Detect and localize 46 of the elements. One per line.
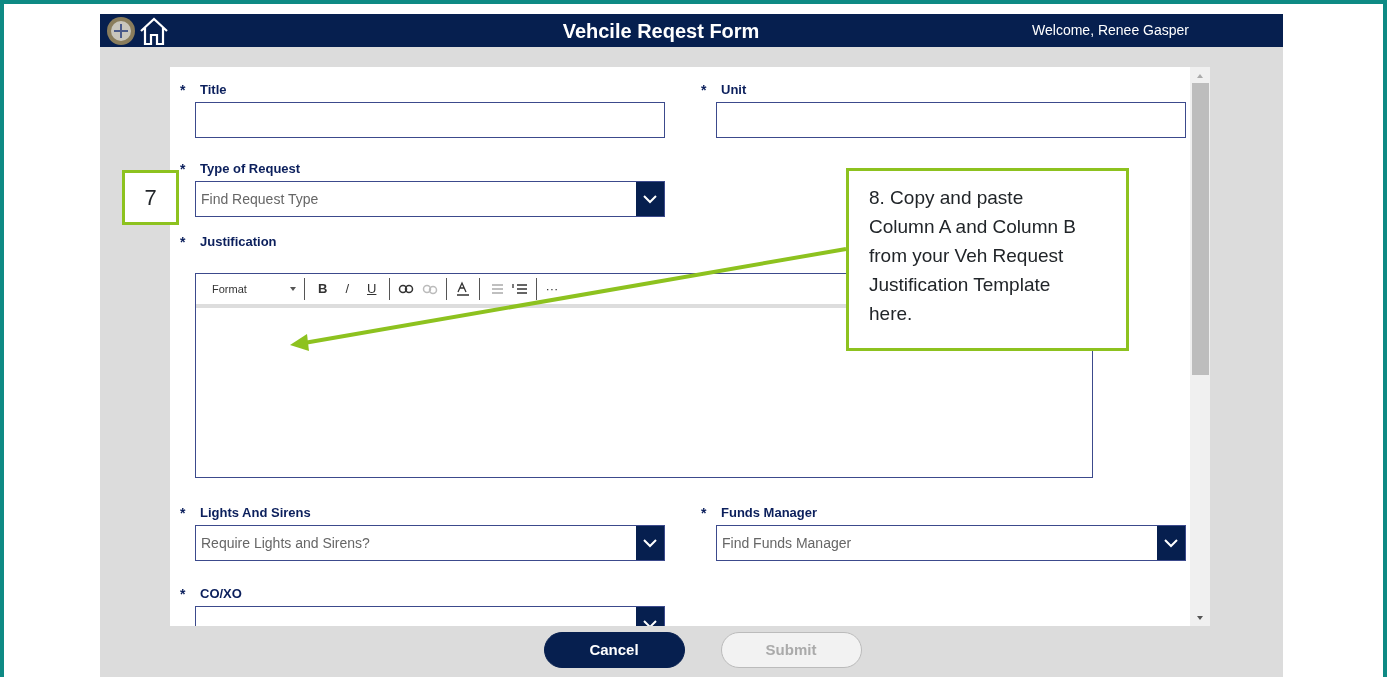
placeholder-text: Find Request Type xyxy=(200,189,320,209)
field-label: Funds Manager xyxy=(721,504,818,523)
required-mark: * xyxy=(180,503,187,523)
dropdown-button[interactable] xyxy=(636,526,664,560)
caret-icon xyxy=(290,287,296,291)
chevron-down-icon xyxy=(642,619,658,626)
home-icon[interactable] xyxy=(138,15,170,46)
placeholder-text: Require Lights and Sirens? xyxy=(200,533,371,553)
combo-box[interactable]: Find Request Type xyxy=(195,181,665,217)
field-label: CO/XO xyxy=(200,585,242,604)
field-label: Title xyxy=(200,81,227,100)
bold-button[interactable]: B xyxy=(313,279,333,299)
placeholder-text: Find Funds Manager xyxy=(721,533,853,553)
welcome-text: Welcome, Renee Gasper xyxy=(1032,21,1189,40)
field-label: Unit xyxy=(721,81,747,100)
form-title: Vehcile Reqest Form xyxy=(561,18,761,44)
scrollbar[interactable] xyxy=(1190,67,1210,626)
chevron-down-icon xyxy=(642,194,658,204)
link-icon[interactable] xyxy=(398,283,415,295)
required-mark: * xyxy=(180,584,187,604)
dropdown-button[interactable] xyxy=(1157,526,1185,560)
italic-button[interactable]: / xyxy=(340,279,354,299)
combo-box[interactable]: Find Funds Manager xyxy=(716,525,1186,561)
format-dropdown[interactable]: Format xyxy=(206,280,296,298)
field-label: Type of Request xyxy=(200,160,301,179)
cancel-button[interactable]: Cancel xyxy=(543,632,685,668)
underline-button[interactable]: U xyxy=(362,279,382,299)
text-field[interactable] xyxy=(195,102,665,138)
dropdown-button[interactable] xyxy=(636,182,664,216)
combo-box[interactable]: Require Lights and Sirens? xyxy=(195,525,665,561)
step-number-callout: 7 xyxy=(122,170,179,225)
text-field[interactable] xyxy=(716,102,1186,138)
field-label: Lights And Sirens xyxy=(200,504,311,523)
required-mark: * xyxy=(701,503,708,523)
clear-format-icon[interactable] xyxy=(455,281,472,297)
required-mark: * xyxy=(701,80,708,100)
required-mark: * xyxy=(180,80,187,100)
chevron-down-icon xyxy=(1163,538,1179,548)
seal-icon xyxy=(104,15,138,46)
numbered-list-icon[interactable] xyxy=(512,283,529,295)
more-button[interactable]: ··· xyxy=(545,279,559,299)
field-label: Justification xyxy=(200,233,277,252)
required-mark: * xyxy=(180,232,187,252)
required-mark: * xyxy=(180,159,187,179)
instruction-callout: 8. Copy and paste Column A and Column B from your Veh Request Justification Template here. xyxy=(846,168,1129,351)
chevron-down-icon xyxy=(642,538,658,548)
